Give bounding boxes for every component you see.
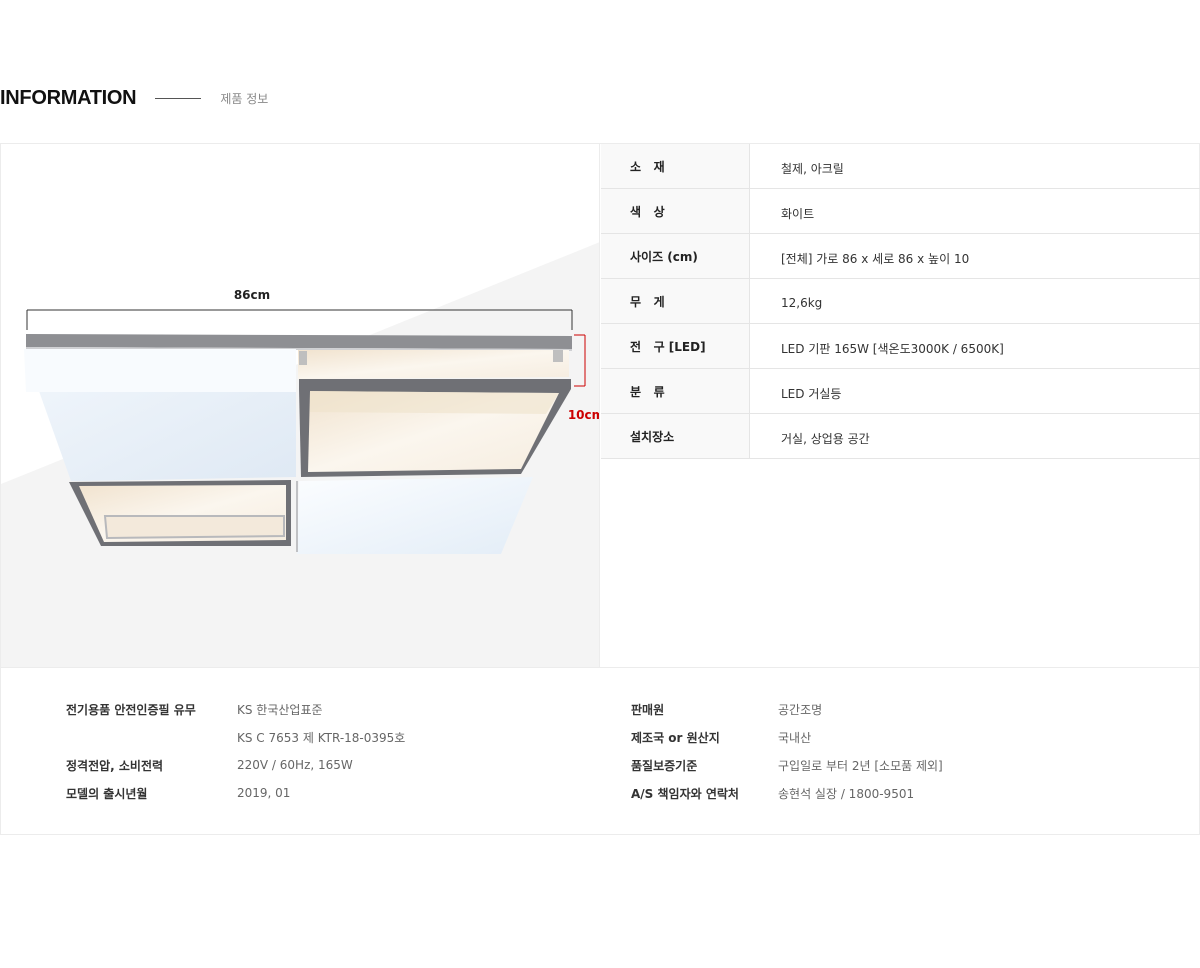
spec-value: 12,6kg xyxy=(781,296,823,310)
notice-row: 품질보증기준 구입일로 부터 2년 [소모품 제외] xyxy=(631,751,943,779)
notice-row: 정격전압, 소비전력 220V / 60Hz, 165W xyxy=(66,751,405,779)
notice-value: 220V / 60Hz, 165W xyxy=(237,758,353,772)
width-label: 86cm xyxy=(234,288,270,302)
height-label: 10cm xyxy=(568,408,600,422)
notice-row: A/S 책임자와 연락처 송현석 실장 / 1800-9501 xyxy=(631,779,943,807)
notice-label: A/S 책임자와 연락처 xyxy=(631,786,739,801)
spec-label: 사이즈 (cm) xyxy=(601,234,750,278)
notice-label: 전기용품 안전인증필 유무 xyxy=(66,702,196,717)
spec-label: 전 구 [LED] xyxy=(601,324,750,368)
spec-value: 거실, 상업용 공간 xyxy=(781,431,870,446)
notice-value: 송현석 실장 / 1800-9501 xyxy=(778,786,915,801)
notice-value: 구입일로 부터 2년 [소모품 제외] xyxy=(778,758,943,773)
spec-row-size: 사이즈 (cm) [전체] 가로 86 x 세로 86 x 높이 10 xyxy=(601,234,1200,279)
notice-value: 국내산 xyxy=(778,730,812,745)
section-title: INFORMATION xyxy=(0,86,137,109)
spec-label: 소 재 xyxy=(601,144,750,188)
notice-label: 제조국 or 원산지 xyxy=(631,730,720,745)
legal-notice-box: 전기용품 안전인증필 유무 KS 한국산업표준 KS C 7653 제 KTR-… xyxy=(0,667,1200,835)
spec-value: 철제, 아크릴 xyxy=(781,161,844,176)
title-divider xyxy=(155,97,202,99)
spec-row-material: 소 재 철제, 아크릴 xyxy=(601,144,1200,189)
spec-row-location: 설치장소 거실, 상업용 공간 xyxy=(601,414,1200,459)
fixture-top-frame xyxy=(26,334,572,349)
spec-label: 무 게 xyxy=(601,279,750,323)
notice-row: 전기용품 안전인증필 유무 KS 한국산업표준 xyxy=(66,695,405,723)
product-image: 86cm 10cm xyxy=(1,144,600,667)
notice-row: 모델의 출시년월 2019, 01 xyxy=(66,779,405,807)
spec-label: 분 류 xyxy=(601,369,750,413)
notice-value: KS C 7653 제 KTR-18-0395호 xyxy=(237,730,406,745)
notice-row: 판매원 공간조명 xyxy=(631,695,943,723)
section-subtitle: 제품 정보 xyxy=(220,91,269,106)
spec-value: 화이트 xyxy=(781,206,815,221)
notice-column-left: 전기용품 안전인증필 유무 KS 한국산업표준 KS C 7653 제 KTR-… xyxy=(66,695,405,807)
spec-row-weight: 무 게 12,6kg xyxy=(601,279,1200,324)
notice-column-right: 판매원 공간조명 제조국 or 원산지 국내산 품질보증기준 구입일로 부터 2… xyxy=(631,695,943,807)
ceiling-light-illustration: 86cm 10cm xyxy=(1,242,600,667)
spec-table: 소 재 철제, 아크릴 색 상 화이트 사이즈 (cm) [전체] 가로 86 … xyxy=(601,144,1200,459)
spec-value: LED 거실등 xyxy=(781,386,842,401)
spec-value: LED 기판 165W [색온도3000K / 6500K] xyxy=(781,341,1004,356)
product-info-box: 86cm 10cm xyxy=(0,143,1200,668)
spec-value: [전체] 가로 86 x 세로 86 x 높이 10 xyxy=(781,251,970,266)
notice-row: 제조국 or 원산지 국내산 xyxy=(631,723,943,751)
notice-value: 공간조명 xyxy=(778,702,823,717)
spec-label: 색 상 xyxy=(601,189,750,233)
notice-label: 모델의 출시년월 xyxy=(66,786,148,801)
notice-row: KS C 7653 제 KTR-18-0395호 xyxy=(66,723,405,751)
spec-row-color: 색 상 화이트 xyxy=(601,189,1200,234)
notice-label: 품질보증기준 xyxy=(631,758,698,773)
notice-label: 판매원 xyxy=(631,702,665,717)
fixture-panel-right-bottom xyxy=(297,477,533,554)
fixture-panel-right-top xyxy=(298,350,569,379)
spec-row-category: 분 류 LED 거실등 xyxy=(601,369,1200,414)
notice-value: 2019, 01 xyxy=(237,786,291,800)
section-header: INFORMATION 제품 정보 xyxy=(0,84,268,112)
notice-value: KS 한국산업표준 xyxy=(237,702,323,717)
notice-label: 정격전압, 소비전력 xyxy=(66,758,164,773)
spec-row-bulb: 전 구 [LED] LED 기판 165W [색온도3000K / 6500K] xyxy=(601,324,1200,369)
spec-label: 설치장소 xyxy=(601,414,750,458)
